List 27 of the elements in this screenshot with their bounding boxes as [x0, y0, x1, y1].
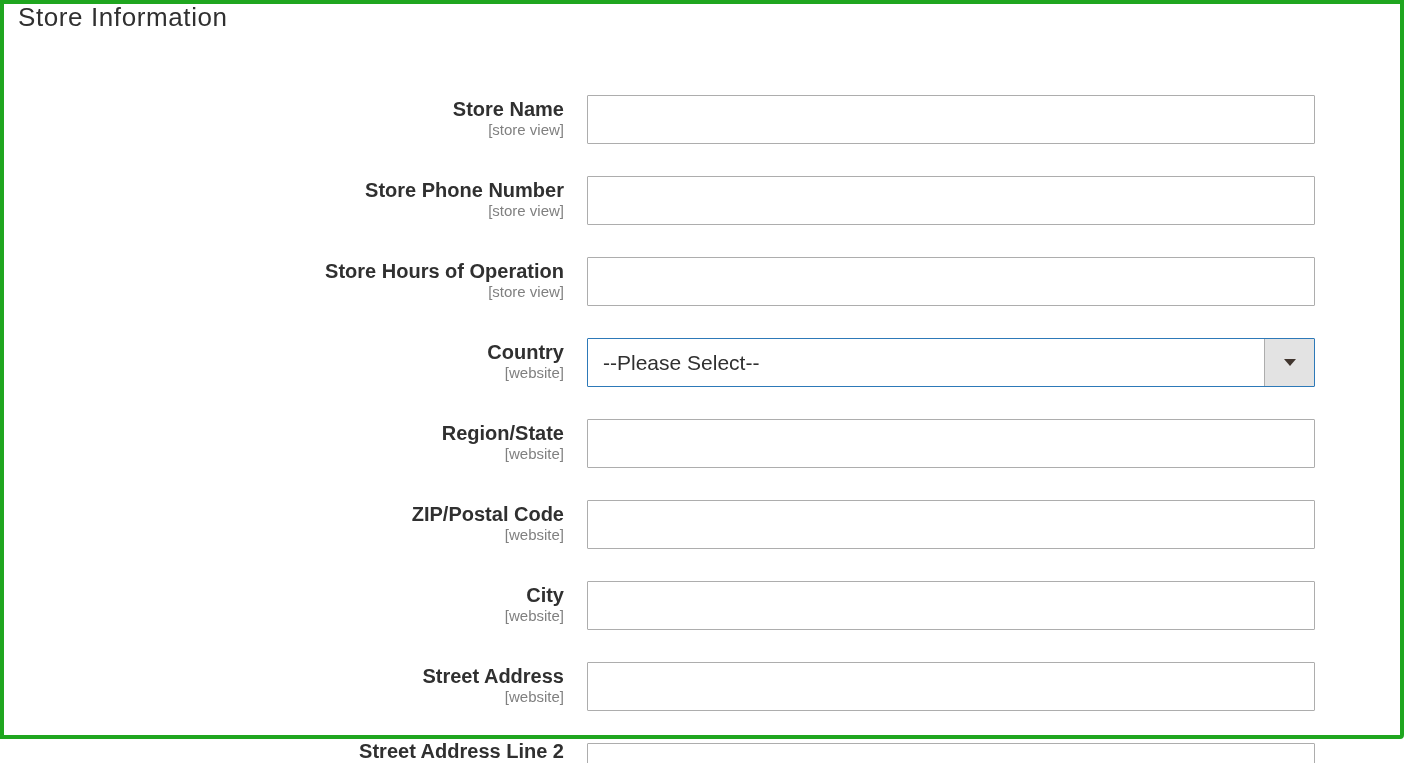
- text-field[interactable]: [587, 662, 1315, 711]
- section-title: Store Information: [18, 4, 229, 30]
- field-label: Store Name: [452, 97, 564, 121]
- text-field[interactable]: [587, 500, 1315, 549]
- scope-label: [store view]: [488, 283, 564, 301]
- text-field[interactable]: [587, 581, 1315, 630]
- scope-label: [website]: [504, 607, 564, 625]
- field-label: ZIP/Postal Code: [411, 502, 564, 526]
- text-field[interactable]: [587, 95, 1315, 144]
- field-label: City: [526, 583, 564, 607]
- dropdown-select[interactable]: --Please Select--: [587, 338, 1315, 387]
- field-label: Store Phone Number: [365, 178, 564, 202]
- scope-label: [website]: [504, 364, 564, 382]
- field-label: Store Hours of Operation: [325, 259, 564, 283]
- text-field[interactable]: [587, 176, 1315, 225]
- field-label: Street Address: [422, 664, 564, 688]
- scope-label: [website]: [504, 526, 564, 544]
- field-label: Region/State: [441, 421, 564, 445]
- field-label: Country: [487, 340, 564, 364]
- scope-label: [website]: [504, 445, 564, 463]
- scope-label: [website]: [504, 688, 564, 706]
- field-label: Street Address Line 2: [359, 741, 564, 761]
- scope-label: [store view]: [488, 202, 564, 220]
- text-field[interactable]: [587, 257, 1315, 306]
- scope-label: [store view]: [488, 121, 564, 139]
- text-field[interactable]: [587, 419, 1315, 468]
- caret-icon[interactable]: [1264, 339, 1314, 386]
